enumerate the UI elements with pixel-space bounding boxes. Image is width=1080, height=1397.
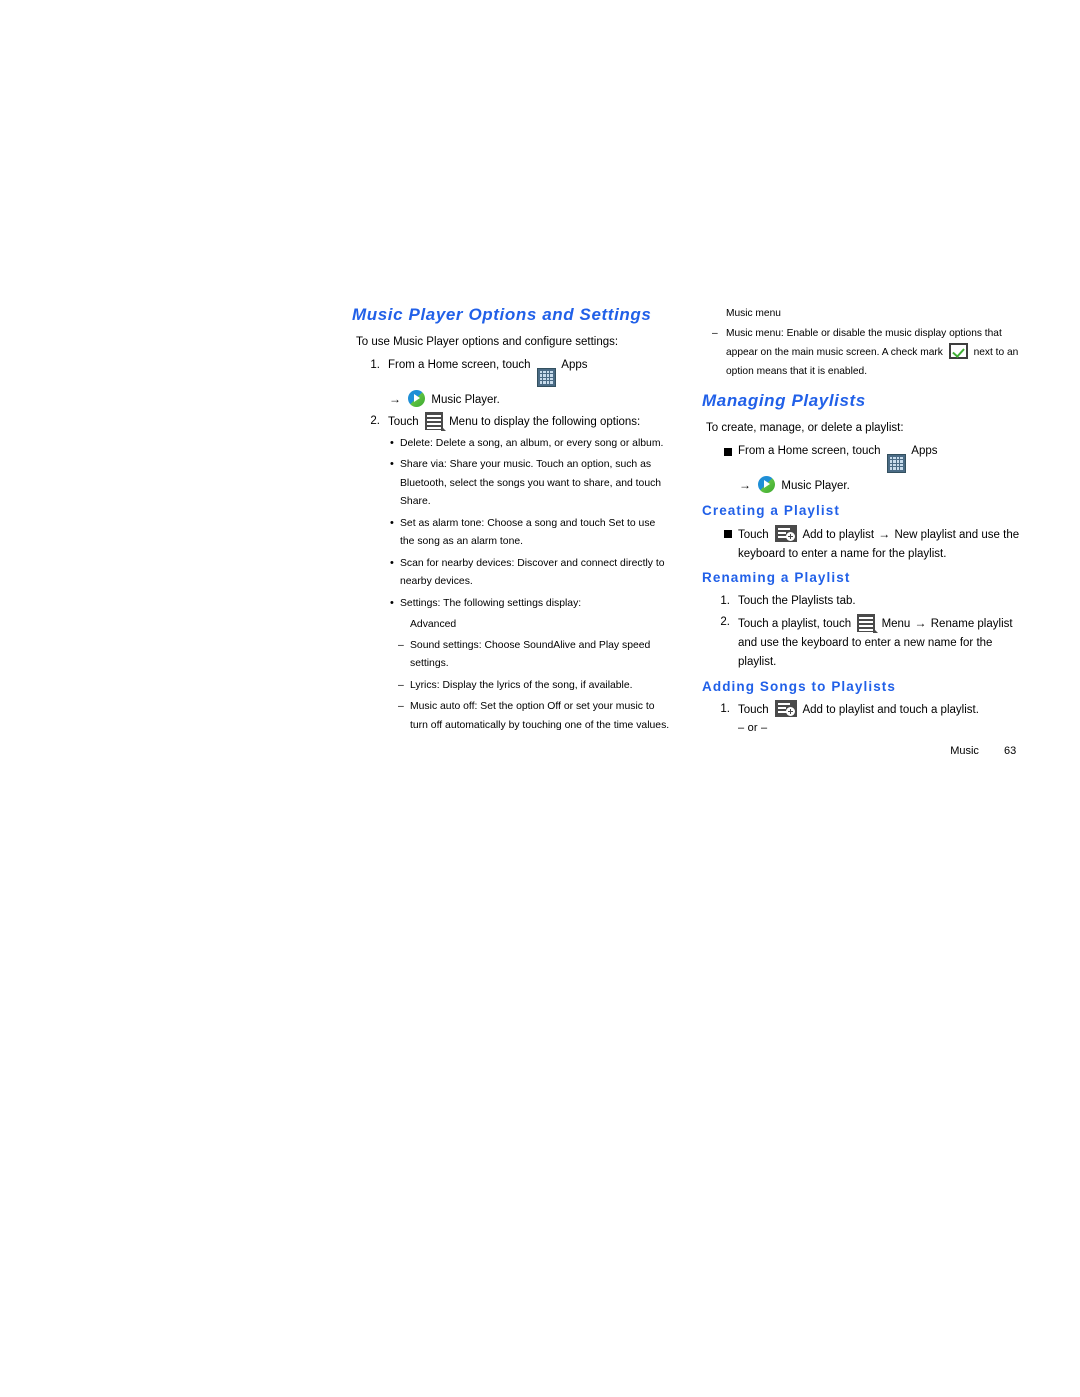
step-number: 1. xyxy=(370,359,380,372)
step-number: 2. xyxy=(370,415,380,428)
arrow-icon: → xyxy=(739,477,751,492)
menu-icon xyxy=(857,613,879,633)
music-player-icon xyxy=(408,389,426,407)
managing-playlists-step: From a Home screen, touch Apps xyxy=(702,442,1022,473)
list-item: Scan for nearby devices: Discover and co… xyxy=(352,554,672,592)
manual-page: Music Player Options and Settings To use… xyxy=(0,0,1080,1397)
menu-icon xyxy=(424,412,446,432)
step-2: 2. Touch Menu to display the following o… xyxy=(352,412,672,432)
step-text: Touch the Playlists tab. xyxy=(738,594,856,607)
list-item: Music auto off: Set the option Off or se… xyxy=(352,698,672,735)
arrow-icon: → xyxy=(389,391,401,406)
music-player-icon xyxy=(758,475,776,493)
list-item: Settings: The following settings display… xyxy=(352,594,672,614)
add-to-playlist-icon xyxy=(774,699,797,717)
section-title-creating-playlist: Creating a Playlist xyxy=(702,502,840,518)
intro-text: To use Music Player options and configur… xyxy=(356,335,619,348)
list-item: Lyrics: Display the lyrics of the song, … xyxy=(352,677,672,696)
step-text: Touch xyxy=(738,528,769,541)
menu-label: Menu xyxy=(881,617,911,630)
adding-songs-step-1: 1. Touch Add to playlist and touch a pla… xyxy=(702,699,1022,720)
right-column: Music menu Music menu: Enable or disable… xyxy=(702,305,1022,734)
list-item: Set as alarm tone: Choose a song and tou… xyxy=(352,514,672,552)
footer-section-label: Music xyxy=(950,745,979,757)
apps-label: Apps xyxy=(561,359,588,372)
step-number: 1. xyxy=(720,594,730,607)
music-player-label: Music Player. xyxy=(431,393,500,406)
step-number: 2. xyxy=(720,615,730,628)
section-title-managing-playlists: Managing Playlists xyxy=(702,391,866,411)
step-text: Touch a playlist, touch xyxy=(738,617,852,630)
add-to-playlist-label: Add to playlist xyxy=(802,528,875,541)
step-number: 1. xyxy=(720,702,730,715)
managing-playlists-intro: To create, manage, or delete a playlist: xyxy=(706,421,904,434)
music-player-label: Music Player. xyxy=(781,479,850,492)
check-mark-icon xyxy=(948,343,968,360)
managing-playlists-step-continuation: → Music Player. xyxy=(702,475,1022,497)
page-number: 63 xyxy=(1004,745,1017,757)
add-to-playlist-label: Add to playlist and touch a playlist. xyxy=(802,703,979,716)
step-text: Touch xyxy=(738,703,769,716)
creating-playlist-step: Touch Add to playlist → New playlist and… xyxy=(702,524,1022,565)
renaming-playlist-step-1: 1. Touch the Playlists tab. xyxy=(702,592,1022,611)
or-separator: – or – xyxy=(738,722,768,735)
section-title-adding-songs: Adding Songs to Playlists xyxy=(702,678,897,694)
settings-group-label: Advanced xyxy=(410,619,457,631)
section-title-renaming-playlist: Renaming a Playlist xyxy=(702,570,851,586)
step-1-continuation: → Music Player. xyxy=(352,389,672,411)
list-item: Share via: Share your music. Touch an op… xyxy=(352,455,672,512)
renaming-playlist-step-2: 2. Touch a playlist, touch Menu → Rename… xyxy=(702,613,1022,673)
arrow-icon: → xyxy=(914,615,927,630)
list-item: Delete: Delete a song, an album, or ever… xyxy=(352,434,672,454)
step-text: From a Home screen, touch xyxy=(738,445,881,458)
apps-grid-icon xyxy=(886,453,906,473)
step-1: 1. From a Home screen, touch Apps xyxy=(352,356,672,387)
apps-grid-icon xyxy=(536,367,556,387)
square-bullet-icon xyxy=(724,448,732,457)
music-menu-description: Music menu: Enable or disable the music … xyxy=(702,325,1022,382)
arrow-icon: → xyxy=(878,526,891,541)
apps-label: Apps xyxy=(911,445,938,458)
step-text: Touch xyxy=(388,416,419,429)
page-title: Music Player Options and Settings xyxy=(352,305,652,324)
page-footer: Music 63 xyxy=(702,745,1022,757)
step-text: From a Home screen, touch xyxy=(388,359,531,372)
square-bullet-icon xyxy=(724,529,732,538)
music-menu-group-label: Music menu xyxy=(726,308,781,319)
list-item: Sound settings: Choose SoundAlive and Pl… xyxy=(352,637,672,674)
left-column: Music Player Options and Settings To use… xyxy=(352,305,672,738)
add-to-playlist-icon xyxy=(774,524,797,542)
menu-label: Menu to display the following options: xyxy=(449,416,641,429)
